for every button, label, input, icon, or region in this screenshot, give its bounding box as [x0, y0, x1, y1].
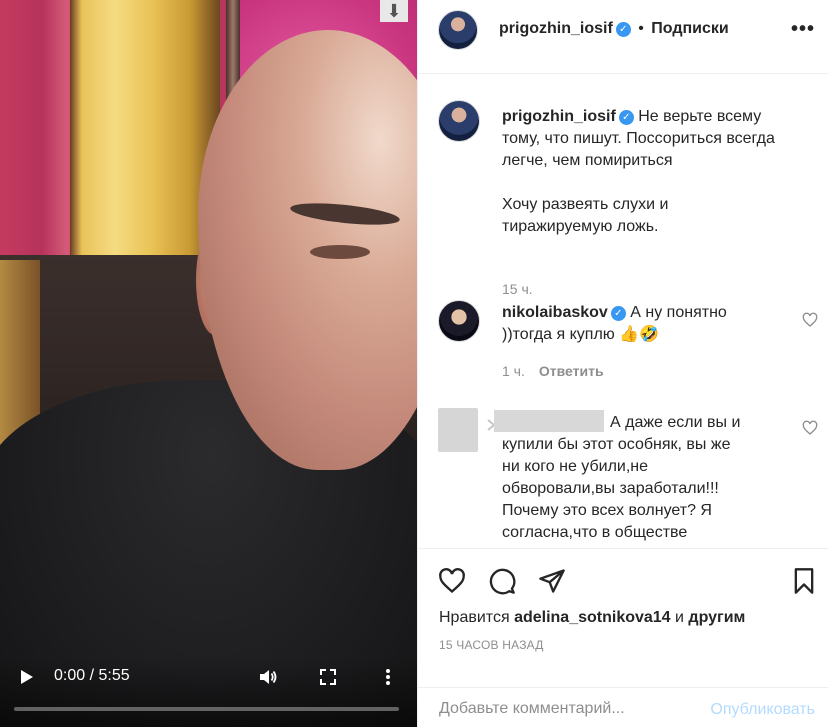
likes-conj: и	[675, 609, 684, 626]
fullscreen-icon[interactable]	[318, 667, 338, 687]
caption-line: легче, чем помириться	[502, 152, 673, 169]
likes-summary: Нравится adelina_sotnikova14 и другим	[439, 609, 745, 627]
caption-line: Не верьте всему	[638, 108, 762, 125]
post-timestamp: 15 ЧАСОВ НАЗАД	[439, 638, 544, 652]
comment-composer: Опубликовать	[418, 687, 828, 727]
comment-line: ))тогда я куплю 👍🤣	[502, 326, 660, 343]
likes-others-link[interactable]: другим	[688, 609, 745, 626]
download-icon[interactable]: ⬇	[380, 0, 408, 22]
comment-line: купили бы этот особняк, вы же	[502, 436, 731, 453]
caption-text: prigozhin_iosif ✓ Не верьте всему тому, ч…	[502, 106, 812, 238]
separator-dot: •	[638, 20, 644, 37]
comment-text: А даже если вы и купили бы этот особняк,…	[494, 410, 784, 544]
header-username[interactable]: prigozhin_iosif	[499, 20, 613, 37]
more-vertical-icon[interactable]	[380, 667, 396, 687]
comment-item: А даже если вы и купили бы этот особняк,…	[438, 408, 818, 548]
reply-button[interactable]: Ответить	[539, 363, 604, 379]
comment-text: nikolaibaskov ✓ А ну понятно ))тогда я ку…	[502, 302, 772, 346]
heart-icon[interactable]	[802, 420, 818, 436]
avatar[interactable]	[438, 10, 478, 50]
post-panel: prigozhin_iosif ✓ • Подписки ••• prigozhi…	[417, 0, 828, 727]
post-actions: Нравится adelina_sotnikova14 и другим 15…	[418, 548, 828, 687]
comment-line: А ну понятно	[630, 304, 727, 321]
bookmark-icon[interactable]	[790, 567, 818, 595]
comment-username[interactable]: nikolaibaskov	[502, 304, 608, 321]
caption-line: тому, что пишут. Поссориться всегда	[502, 130, 775, 147]
share-icon[interactable]	[538, 567, 566, 595]
header-user-line: prigozhin_iosif ✓ • Подписки	[499, 20, 729, 38]
comment-line: А даже если вы и	[610, 414, 741, 431]
heart-icon[interactable]	[438, 567, 466, 595]
avatar[interactable]	[438, 300, 480, 342]
avatar[interactable]	[438, 100, 480, 142]
likes-user-link[interactable]: adelina_sotnikova14	[514, 609, 671, 626]
comment-item: nikolaibaskov ✓ А ну понятно ))тогда я ку…	[438, 300, 818, 390]
verified-icon: ✓	[610, 306, 626, 321]
background-curtain-gold	[70, 0, 220, 290]
likes-prefix: Нравится	[439, 609, 510, 626]
avatar[interactable]	[438, 408, 478, 452]
comment-input[interactable]	[439, 696, 699, 722]
post-header: prigozhin_iosif ✓ • Подписки •••	[418, 0, 828, 74]
comment-meta: 1 ч. Ответить	[502, 363, 604, 379]
redacted-username[interactable]	[494, 410, 604, 432]
video-progress-bar[interactable]	[14, 707, 399, 711]
comment-time: 1 ч.	[502, 363, 525, 379]
person-eye	[310, 245, 370, 259]
heart-icon[interactable]	[802, 312, 818, 328]
video-time: 0:00 / 5:55	[54, 667, 130, 684]
comments-list[interactable]: prigozhin_iosif ✓ Не верьте всему тому, ч…	[418, 75, 828, 548]
video-player[interactable]: ⬇ 0:00 / 5:55	[0, 0, 417, 727]
verified-icon: ✓	[618, 110, 634, 125]
comment-username[interactable]: prigozhin_iosif	[502, 108, 616, 125]
follow-button[interactable]: Подписки	[651, 20, 728, 37]
caption-line: тиражируемую ложь.	[502, 218, 659, 235]
comment-time: 15 ч.	[502, 281, 533, 297]
play-icon[interactable]	[16, 667, 36, 687]
comment-line: обворовали,вы заработали!!!	[502, 480, 719, 497]
comment-icon[interactable]	[488, 567, 516, 595]
publish-button[interactable]: Опубликовать	[710, 701, 815, 719]
more-horizontal-icon[interactable]: •••	[791, 18, 815, 41]
verified-icon: ✓	[615, 22, 631, 37]
caption-comment: prigozhin_iosif ✓ Не верьте всему тому, ч…	[438, 100, 818, 297]
comment-line: согласна,что в обществе	[502, 524, 688, 541]
comment-line: ни кого не убили,не	[502, 458, 649, 475]
comment-line: Почему это всех волнует? Я	[502, 502, 712, 519]
caption-line: Хочу развеять слухи и	[502, 196, 669, 213]
volume-icon[interactable]	[258, 667, 278, 687]
